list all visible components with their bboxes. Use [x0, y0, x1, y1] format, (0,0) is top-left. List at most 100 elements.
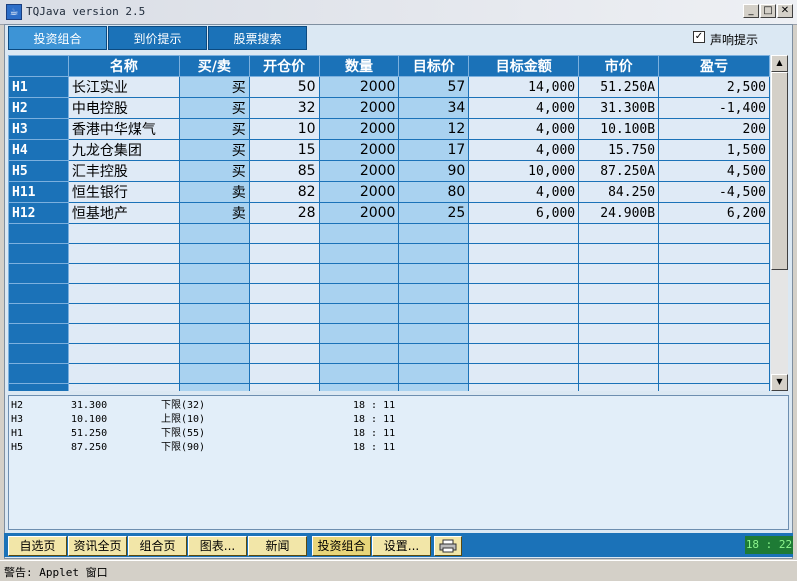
empty-row[interactable]: [8, 323, 770, 344]
alert-time: 18 : 11: [353, 414, 396, 425]
cell-market: 31.300B: [578, 97, 660, 119]
table-row[interactable]: H3 香港中华煤气买 10 2000 12 4,000 10.100B 200: [8, 118, 770, 140]
cell-market: 84.250: [578, 181, 660, 203]
portfolio-page-button[interactable]: 组合页: [128, 536, 187, 556]
scroll-thumb[interactable]: [771, 72, 788, 270]
cell-id: [8, 263, 69, 284]
watchlist-page-button[interactable]: 自选页: [8, 536, 67, 556]
alert-time: 18 : 11: [353, 400, 396, 411]
cell-name: 恒基地产: [67, 202, 180, 224]
grid-scrollbar[interactable]: ▲ ▼: [771, 55, 788, 391]
cell-target-amount: [468, 363, 580, 384]
cell-target-amount: 14,000: [468, 76, 580, 98]
col-header-side[interactable]: 买/卖: [178, 55, 250, 77]
minimize-button[interactable]: _: [743, 4, 759, 18]
cell-open: [248, 283, 320, 304]
cell-target: 57: [398, 76, 470, 98]
table-row[interactable]: H11 恒生银行卖 82 2000 80 4,000 84.250 -4,500: [8, 181, 770, 203]
cell-market: 24.900B: [578, 202, 660, 224]
tab-price-alert[interactable]: 到价提示: [108, 26, 207, 50]
cell-open: [248, 383, 320, 391]
cell-pnl: [658, 223, 770, 244]
cell-open: [248, 263, 320, 284]
cell-target: 34: [398, 97, 470, 119]
scroll-up-icon[interactable]: ▲: [771, 55, 788, 72]
empty-row[interactable]: [8, 283, 770, 304]
tab-portfolio[interactable]: 投资组合: [8, 26, 107, 50]
printer-icon[interactable]: [434, 536, 462, 556]
cell-market: 10.100B: [578, 118, 660, 140]
cell-target-amount: [468, 343, 580, 364]
cell-name: [67, 323, 180, 344]
table-row[interactable]: H4 九龙仓集团买 15 2000 17 4,000 15.750 1,500: [8, 139, 770, 161]
empty-row[interactable]: [8, 343, 770, 364]
cell-market: [578, 383, 660, 391]
col-header-target-amount[interactable]: 目标金额: [468, 55, 580, 77]
cell-name: [67, 383, 180, 391]
alert-id: H5: [11, 442, 24, 453]
cell-target-amount: 4,000: [468, 118, 580, 140]
cell-pnl: [658, 343, 770, 364]
col-header-name[interactable]: 名称: [67, 55, 180, 77]
java-app-icon[interactable]: ☕: [6, 4, 22, 20]
cell-target: [398, 323, 470, 344]
cell-target: 25: [398, 202, 470, 224]
close-button[interactable]: ✕: [777, 4, 793, 18]
settings-button[interactable]: 设置...: [372, 536, 431, 556]
cell-side: 买: [178, 118, 250, 140]
cell-side: [178, 323, 250, 344]
cell-qty: 2000: [318, 202, 400, 224]
cell-target: [398, 383, 470, 391]
cell-open: 32: [248, 97, 320, 119]
cell-side: [178, 343, 250, 364]
cell-id: H11: [8, 181, 69, 203]
cell-qty: [318, 343, 400, 364]
cell-side: 卖: [178, 181, 250, 203]
cell-target: [398, 343, 470, 364]
empty-row[interactable]: [8, 223, 770, 244]
cell-target: 17: [398, 139, 470, 161]
col-header-open-price[interactable]: 开仓价: [248, 55, 320, 77]
table-row[interactable]: H5 汇丰控股买 85 2000 90 10,000 87.250A 4,500: [8, 160, 770, 182]
table-row[interactable]: H2 中电控股买 32 2000 34 4,000 31.300B -1,400: [8, 97, 770, 119]
news-full-page-button[interactable]: 资讯全页: [68, 536, 127, 556]
cell-qty: [318, 323, 400, 344]
cell-qty: 2000: [318, 181, 400, 203]
cell-qty: [318, 283, 400, 304]
col-header-pnl[interactable]: 盈亏: [658, 55, 770, 77]
table-row[interactable]: H12 恒基地产卖 28 2000 25 6,000 24.900B 6,200: [8, 202, 770, 224]
table-row[interactable]: H1 长江实业买 50 2000 57 14,000 51.250A 2,500: [8, 76, 770, 98]
cell-target-amount: [468, 223, 580, 244]
cell-side: [178, 363, 250, 384]
scroll-down-icon[interactable]: ▼: [771, 374, 788, 391]
alert-price: 51.250: [71, 428, 108, 439]
empty-row[interactable]: [8, 303, 770, 324]
chart-button[interactable]: 图表...: [188, 536, 247, 556]
empty-row[interactable]: [8, 263, 770, 284]
maximize-button[interactable]: □: [760, 4, 776, 18]
cell-id: H3: [8, 118, 69, 140]
alert-log-panel: H2 31.300 下限(32) 18 : 11 H3 10.100 上限(10) 18 : …: [8, 395, 789, 530]
cell-id: H4: [8, 139, 69, 161]
cell-target: [398, 243, 470, 264]
cell-name: 汇丰控股: [67, 160, 180, 182]
col-header-market-price[interactable]: 市价: [578, 55, 660, 77]
empty-row[interactable]: [8, 383, 770, 391]
col-header-target-price[interactable]: 目标价: [398, 55, 470, 77]
cell-market: [578, 263, 660, 284]
investment-portfolio-button[interactable]: 投资组合: [312, 536, 371, 556]
empty-row[interactable]: [8, 363, 770, 384]
cell-target-amount: [468, 243, 580, 264]
col-header-id[interactable]: [8, 55, 69, 77]
cell-target-amount: [468, 263, 580, 284]
empty-row[interactable]: [8, 243, 770, 264]
cell-pnl: -4,500: [658, 181, 770, 203]
cell-qty: [318, 363, 400, 384]
alert-time: 18 : 11: [353, 442, 396, 453]
tab-stock-search[interactable]: 股票搜索: [208, 26, 307, 50]
cell-qty: [318, 263, 400, 284]
col-header-quantity[interactable]: 数量: [318, 55, 400, 77]
cell-open: 28: [248, 202, 320, 224]
news-button[interactable]: 新闻: [248, 536, 307, 556]
sound-alert-checkbox[interactable]: ✓: [693, 31, 705, 43]
